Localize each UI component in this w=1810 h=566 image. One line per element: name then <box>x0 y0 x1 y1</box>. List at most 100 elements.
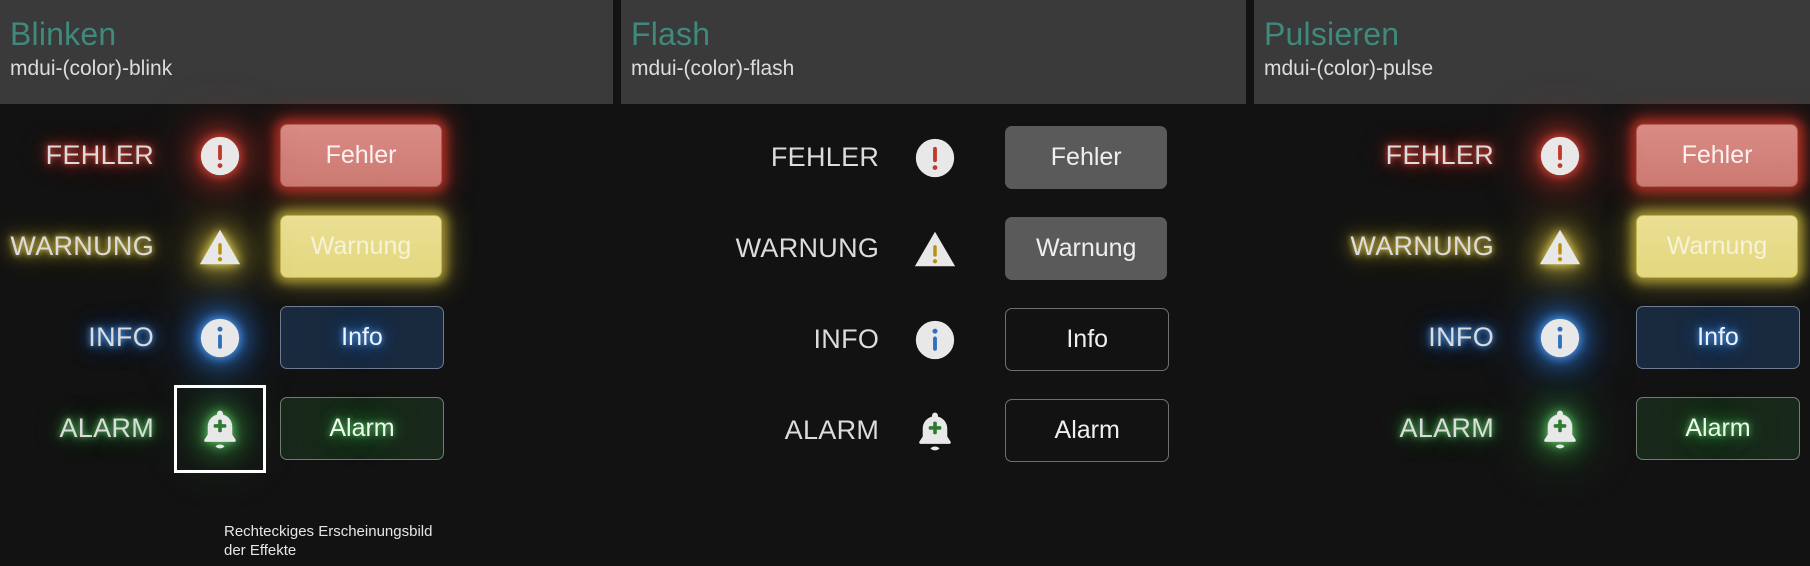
action-button-info[interactable]: Info <box>280 306 444 369</box>
status-label: ALARM <box>59 413 154 443</box>
status-label: INFO <box>88 322 154 352</box>
status-label-cell: INFO <box>1230 320 1500 355</box>
bell-plus-icon[interactable] <box>197 406 243 452</box>
status-label-cell: FEHLER <box>620 140 885 175</box>
panel-body-strip: FEHLER Fehler WARNUNG Warnung INFO Info ALARM A… <box>0 104 1810 566</box>
action-button-fehler[interactable]: Fehler <box>280 124 442 187</box>
status-label-cell: WARNUNG <box>0 229 160 264</box>
status-label: ALARM <box>784 415 880 445</box>
action-button-fehler[interactable]: Fehler <box>1636 124 1798 187</box>
error-circle-icon[interactable] <box>912 135 958 181</box>
effect-row: INFO Info <box>620 294 1220 385</box>
row-list: FEHLER Fehler WARNUNG Warnung INFO Info ALARM A… <box>600 104 1220 476</box>
effect-row: ALARM Alarm <box>0 383 600 474</box>
status-icon-cell[interactable] <box>885 226 985 272</box>
effect-row: FEHLER Fehler <box>0 110 600 201</box>
action-button-alarm[interactable]: Alarm <box>1636 397 1800 460</box>
status-label: WARNUNG <box>10 231 154 261</box>
status-label-cell: ALARM <box>0 411 160 446</box>
panel-header-blink: Blinken mdui-(color)-blink <box>0 0 613 104</box>
status-icon-cell[interactable] <box>1500 224 1620 270</box>
error-circle-icon[interactable] <box>197 133 243 179</box>
action-button-cell: Warnung <box>985 217 1175 280</box>
panel-subtitle: mdui-(color)-pulse <box>1264 57 1434 80</box>
effect-row: FEHLER Fehler <box>620 112 1220 203</box>
action-button-alarm[interactable]: Alarm <box>280 397 444 460</box>
info-circle-icon[interactable] <box>1537 315 1583 361</box>
effect-row: WARNUNG Warnung <box>1230 201 1810 292</box>
action-button-cell: Alarm <box>1620 397 1810 460</box>
effect-row: INFO Info <box>0 292 600 383</box>
error-circle-icon[interactable] <box>1537 133 1583 179</box>
panel-body-flash: FEHLER Fehler WARNUNG Warnung INFO Info ALARM A… <box>600 104 1220 566</box>
panel-header-pulse: Pulsieren mdui-(color)-pulse <box>1254 0 1810 104</box>
status-label: ALARM <box>1399 413 1494 443</box>
status-label-cell: FEHLER <box>1230 138 1500 173</box>
panel-title: Flash <box>631 16 711 52</box>
action-button-cell: Fehler <box>1620 124 1810 187</box>
status-label-cell: FEHLER <box>0 138 160 173</box>
action-button-cell: Info <box>280 306 470 369</box>
status-label-cell: INFO <box>0 320 160 355</box>
status-icon-cell[interactable] <box>885 317 985 363</box>
panel-body-blink: FEHLER Fehler WARNUNG Warnung INFO Info ALARM A… <box>0 104 600 566</box>
status-label: FEHLER <box>1385 140 1494 170</box>
status-icon-cell[interactable] <box>160 224 280 270</box>
status-icon-cell[interactable] <box>1500 315 1620 361</box>
info-circle-icon[interactable] <box>197 315 243 361</box>
status-icon-cell[interactable] <box>885 408 985 454</box>
effects-showcase: Blinken mdui-(color)-blink Flash mdui-(c… <box>0 0 1810 566</box>
effect-row: INFO Info <box>1230 292 1810 383</box>
status-label: FEHLER <box>45 140 154 170</box>
action-button-fehler[interactable]: Fehler <box>1005 126 1168 189</box>
status-icon-cell[interactable] <box>160 315 280 361</box>
warning-triangle-icon[interactable] <box>912 226 958 272</box>
panel-subtitle: mdui-(color)-flash <box>631 57 795 80</box>
panel-header-flash: Flash mdui-(color)-flash <box>621 0 1246 104</box>
status-label-cell: ALARM <box>1230 411 1500 446</box>
status-icon-cell[interactable] <box>160 384 280 473</box>
action-button-warnung[interactable]: Warnung <box>1005 217 1168 280</box>
warning-triangle-icon[interactable] <box>197 224 243 270</box>
action-button-cell: Info <box>985 308 1175 371</box>
panel-title: Pulsieren <box>1264 16 1400 52</box>
action-button-info[interactable]: Info <box>1005 308 1170 371</box>
row-list: FEHLER Fehler WARNUNG Warnung INFO Info ALARM A… <box>1220 104 1810 474</box>
row-list: FEHLER Fehler WARNUNG Warnung INFO Info ALARM A… <box>0 104 600 474</box>
action-button-cell: Info <box>1620 306 1810 369</box>
warning-triangle-icon[interactable] <box>1537 224 1583 270</box>
panel-title: Blinken <box>10 16 117 52</box>
status-label-cell: WARNUNG <box>1230 229 1500 264</box>
status-icon-cell[interactable] <box>1500 406 1620 452</box>
status-icon-cell[interactable] <box>885 135 985 181</box>
effect-row: ALARM Alarm <box>1230 383 1810 474</box>
status-label: INFO <box>1428 322 1494 352</box>
action-button-warnung[interactable]: Warnung <box>1636 215 1798 278</box>
bell-plus-icon[interactable] <box>912 408 958 454</box>
action-button-cell: Alarm <box>985 399 1175 462</box>
action-button-cell: Fehler <box>280 124 470 187</box>
action-button-warnung[interactable]: Warnung <box>280 215 442 278</box>
action-button-cell: Warnung <box>1620 215 1810 278</box>
effect-row: FEHLER Fehler <box>1230 110 1810 201</box>
status-label: INFO <box>813 324 880 354</box>
caption-text: Rechteckiges Erscheinungsbild der Effekt… <box>224 523 433 559</box>
status-label: WARNUNG <box>735 233 880 263</box>
status-label-cell: INFO <box>620 322 885 357</box>
status-icon-cell[interactable] <box>160 133 280 179</box>
action-button-info[interactable]: Info <box>1636 306 1800 369</box>
action-button-alarm[interactable]: Alarm <box>1005 399 1170 462</box>
status-icon-cell[interactable] <box>1500 133 1620 179</box>
status-label-cell: ALARM <box>620 413 885 448</box>
action-button-cell: Alarm <box>280 397 470 460</box>
status-label-cell: WARNUNG <box>620 231 885 266</box>
effect-row: ALARM Alarm <box>620 385 1220 476</box>
bell-plus-icon[interactable] <box>1537 406 1583 452</box>
panel-subtitle: mdui-(color)-blink <box>10 57 173 80</box>
status-label: FEHLER <box>770 142 880 172</box>
effect-row: WARNUNG Warnung <box>0 201 600 292</box>
action-button-cell: Fehler <box>985 126 1175 189</box>
panel-header-strip: Blinken mdui-(color)-blink Flash mdui-(c… <box>0 0 1810 104</box>
status-label: WARNUNG <box>1350 231 1494 261</box>
info-circle-icon[interactable] <box>912 317 958 363</box>
